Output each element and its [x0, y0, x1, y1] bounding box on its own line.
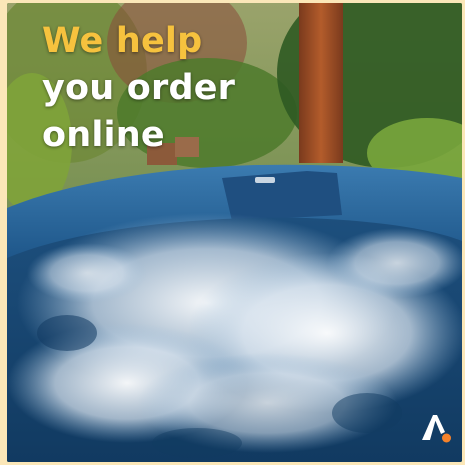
- promo-card: We help you order online: [0, 0, 465, 465]
- brand-logo-icon: [422, 415, 451, 443]
- headline-line-2: you order: [42, 68, 236, 108]
- headline-line-3: online: [42, 115, 165, 155]
- headline-line-1: We help: [42, 21, 203, 61]
- headline: We help you order online: [42, 18, 235, 159]
